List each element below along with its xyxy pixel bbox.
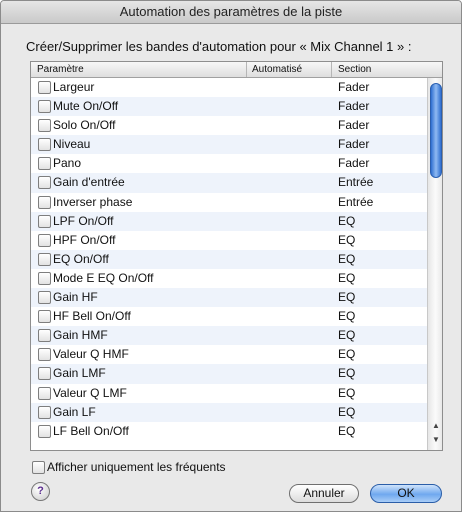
- row-checkbox[interactable]: [38, 195, 51, 209]
- row-section: EQ: [338, 213, 356, 228]
- row-section: Fader: [338, 80, 370, 94]
- table-row[interactable]: LF Bell On/Off EQ: [31, 422, 427, 441]
- row-parameter-name: Gain d'entrée: [53, 175, 125, 190]
- row-checkbox[interactable]: [38, 424, 51, 438]
- row-parameter-name: Gain HMF: [53, 328, 108, 343]
- table-row[interactable]: LPF On/Off EQ: [31, 211, 427, 231]
- table-header: Paramètre Automatisé Section: [31, 62, 442, 78]
- row-checkbox[interactable]: [38, 157, 51, 171]
- table-row[interactable]: Gain HMF EQ: [31, 326, 427, 346]
- row-checkbox[interactable]: [38, 386, 51, 400]
- row-section: Fader: [338, 118, 370, 133]
- scroll-up-icon[interactable]: ▲: [431, 421, 441, 431]
- row-section: EQ: [338, 385, 356, 400]
- frequent-only-checkbox[interactable]: [32, 461, 45, 474]
- row-section: EQ: [338, 366, 356, 381]
- table-row[interactable]: Gain HF EQ: [31, 288, 427, 308]
- table-row[interactable]: Gain LF EQ: [31, 402, 427, 422]
- table-row[interactable]: HPF On/Off EQ: [31, 231, 427, 250]
- row-section: EQ: [338, 251, 356, 266]
- parameter-table: Paramètre Automatisé Section Largeur Fade…: [30, 61, 443, 451]
- table-row[interactable]: HF Bell On/Off EQ: [31, 307, 427, 326]
- automation-dialog: Automation des paramètres de la piste Cr…: [0, 0, 462, 512]
- cancel-button[interactable]: Annuler: [289, 484, 359, 503]
- table-body: Largeur Fader Mute On/Off Fader Solo On/Off F…: [31, 78, 427, 441]
- row-section: EQ: [338, 404, 356, 419]
- row-parameter-name: EQ On/Off: [53, 251, 109, 266]
- row-checkbox[interactable]: [38, 271, 51, 285]
- row-section: Fader: [338, 156, 370, 171]
- table-row[interactable]: Valeur Q HMF EQ: [31, 345, 427, 364]
- row-parameter-name: Gain LF: [53, 404, 96, 419]
- row-parameter-name: Inverser phase: [53, 194, 133, 209]
- scroll-thumb[interactable]: [430, 83, 442, 178]
- table-row[interactable]: Valeur Q LMF EQ: [31, 384, 427, 403]
- row-parameter-name: LF Bell On/Off: [53, 423, 129, 438]
- row-parameter-name: LPF On/Off: [53, 213, 114, 228]
- row-checkbox[interactable]: [38, 291, 51, 305]
- row-parameter-name: Mode E EQ On/Off: [53, 270, 154, 285]
- row-section: EQ: [338, 347, 356, 362]
- column-header-automated[interactable]: Automatisé: [246, 62, 316, 77]
- row-parameter-name: HPF On/Off: [53, 232, 116, 247]
- row-checkbox[interactable]: [38, 233, 51, 247]
- table-row[interactable]: Gain d'entrée Entrée: [31, 173, 427, 193]
- frequent-only-label: Afficher uniquement les fréquents: [47, 460, 226, 474]
- column-header-section[interactable]: Section: [331, 62, 426, 77]
- row-checkbox[interactable]: [38, 176, 51, 190]
- table-row[interactable]: Inverser phase Entrée: [31, 193, 427, 212]
- row-parameter-name: Mute On/Off: [53, 99, 119, 114]
- row-section: EQ: [338, 423, 356, 438]
- table-row[interactable]: Solo On/Off Fader: [31, 116, 427, 135]
- row-checkbox[interactable]: [38, 138, 51, 152]
- row-section: EQ: [338, 290, 356, 305]
- row-parameter-name: Pano: [53, 156, 82, 171]
- row-checkbox[interactable]: [38, 367, 51, 381]
- row-checkbox[interactable]: [38, 310, 51, 324]
- table-row[interactable]: Mute On/Off Fader: [31, 97, 427, 117]
- dialog-prompt: Créer/Supprimer les bandes d'automation …: [26, 39, 412, 54]
- row-parameter-name: Solo On/Off: [53, 118, 116, 133]
- row-checkbox[interactable]: [38, 100, 51, 114]
- table-row[interactable]: Gain LMF EQ: [31, 364, 427, 384]
- row-parameter-name: Gain LMF: [53, 366, 106, 381]
- table-row[interactable]: EQ On/Off EQ: [31, 249, 427, 269]
- row-parameter-name: Niveau: [53, 137, 91, 152]
- row-checkbox[interactable]: [38, 348, 51, 362]
- table-row[interactable]: Largeur Fader: [31, 78, 427, 97]
- row-checkbox[interactable]: [38, 81, 51, 94]
- row-parameter-name: Gain HF: [53, 290, 98, 305]
- row-section: EQ: [338, 309, 356, 324]
- column-header-parameter[interactable]: Paramètre: [37, 62, 84, 77]
- table-row[interactable]: Pano Fader: [31, 154, 427, 173]
- row-section: Entrée: [338, 194, 374, 209]
- row-parameter-name: HF Bell On/Off: [53, 309, 131, 324]
- row-parameter-name: Valeur Q HMF: [53, 347, 129, 362]
- row-section: Fader: [338, 137, 370, 152]
- table-row[interactable]: Mode E EQ On/Off EQ: [31, 269, 427, 288]
- row-section: Fader: [338, 99, 370, 114]
- row-checkbox[interactable]: [38, 119, 51, 133]
- scroll-down-icon[interactable]: ▼: [431, 435, 441, 445]
- vertical-scrollbar[interactable]: ▲ ▼: [427, 78, 442, 450]
- ok-button[interactable]: OK: [370, 484, 442, 503]
- row-parameter-name: Largeur: [53, 80, 95, 94]
- table-row[interactable]: Niveau Fader: [31, 135, 427, 155]
- row-checkbox[interactable]: [38, 252, 51, 266]
- row-section: EQ: [338, 328, 356, 343]
- row-section: EQ: [338, 232, 356, 247]
- row-checkbox[interactable]: [38, 329, 51, 343]
- row-section: Entrée: [338, 175, 374, 190]
- row-parameter-name: Valeur Q LMF: [53, 385, 127, 400]
- row-checkbox[interactable]: [38, 405, 51, 419]
- help-button[interactable]: ?: [31, 482, 50, 501]
- row-section: EQ: [338, 270, 356, 285]
- dialog-title: Automation des paramètres de la piste: [1, 1, 461, 24]
- row-checkbox[interactable]: [38, 214, 51, 228]
